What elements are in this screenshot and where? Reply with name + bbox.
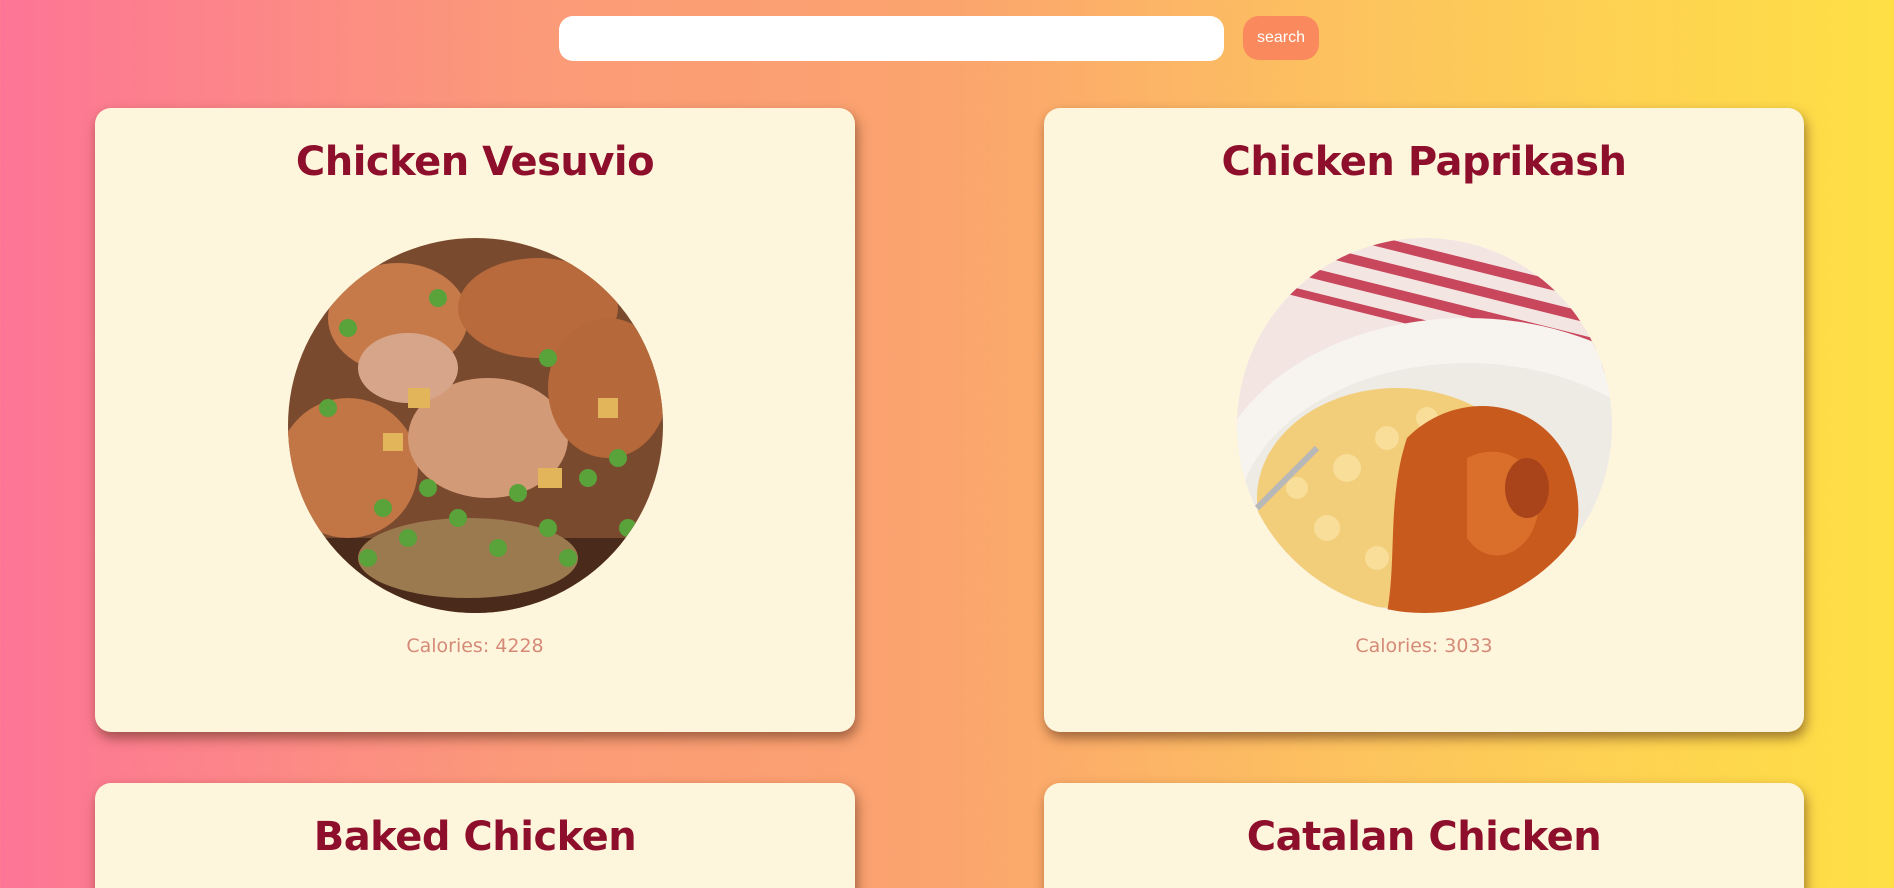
chicken-paprikash-photo bbox=[1236, 238, 1612, 613]
recipe-image bbox=[287, 238, 663, 613]
search-input[interactable] bbox=[559, 16, 1224, 61]
search-bar bbox=[559, 16, 1224, 61]
recipe-card: Catalan Chicken bbox=[1044, 783, 1804, 888]
recipe-title: Chicken Paprikash bbox=[1221, 139, 1628, 185]
recipe-card: Chicken Vesuvio Calories: 4228 bbox=[95, 108, 855, 732]
recipe-title: Chicken Vesuvio bbox=[295, 139, 655, 185]
chicken-vesuvio-photo bbox=[287, 238, 663, 613]
recipe-card: Chicken Paprikash Calories: 3033 bbox=[1044, 108, 1804, 732]
recipe-calories: Calories: 3033 bbox=[1355, 635, 1493, 657]
recipe-image bbox=[1236, 238, 1612, 613]
search-button[interactable]: search bbox=[1243, 16, 1319, 60]
recipe-title: Catalan Chicken bbox=[1246, 814, 1602, 860]
recipe-card: Baked Chicken bbox=[95, 783, 855, 888]
recipe-calories: Calories: 4228 bbox=[406, 635, 544, 657]
recipe-title: Baked Chicken bbox=[313, 814, 637, 860]
